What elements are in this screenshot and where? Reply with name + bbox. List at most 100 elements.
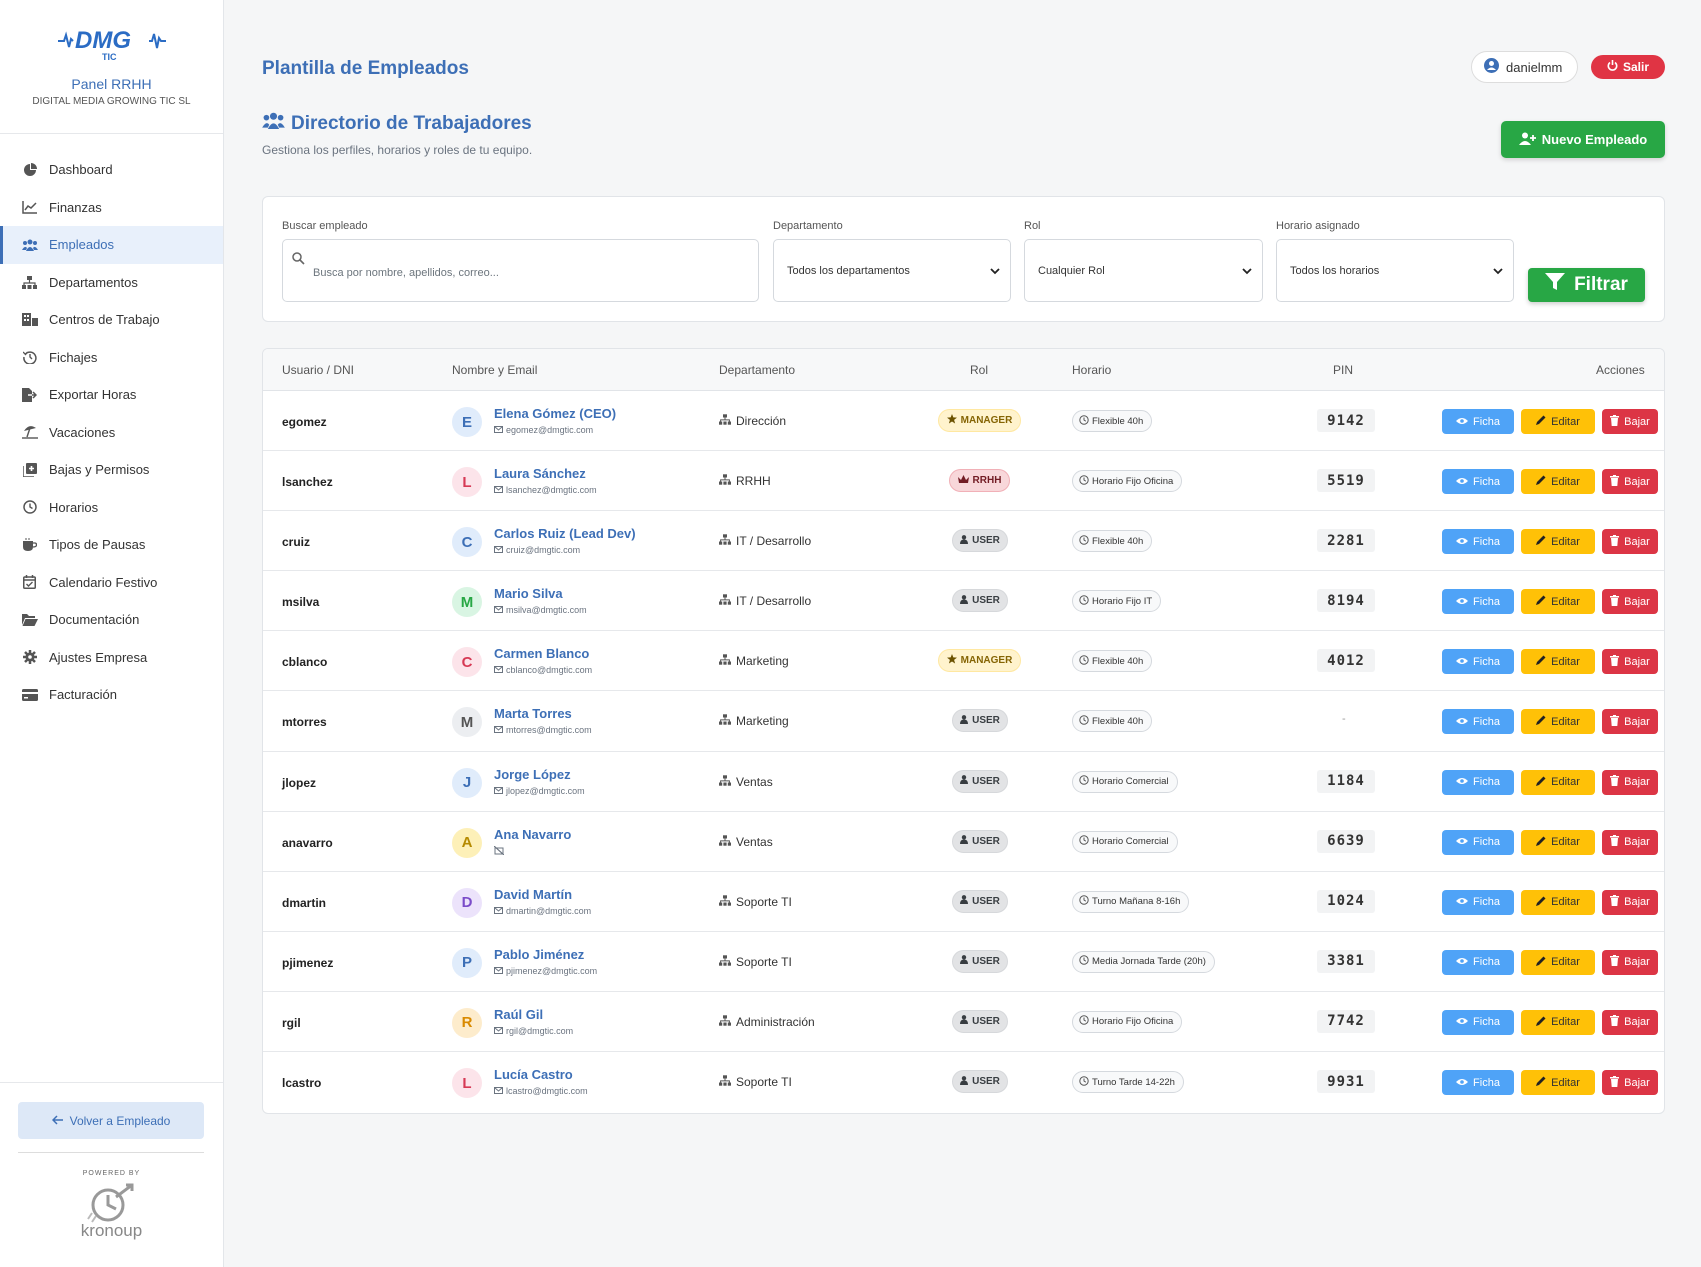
employee-name-link[interactable]: Jorge López <box>494 767 571 782</box>
edit-button[interactable]: Editar <box>1521 949 1595 975</box>
sidebar-item-bajas[interactable]: Bajas y Permisos <box>0 451 223 489</box>
remove-button[interactable]: Bajar <box>1602 949 1658 975</box>
trash-icon <box>1610 955 1620 969</box>
column-header: Horario <box>1072 363 1112 377</box>
edit-button[interactable]: Editar <box>1521 829 1595 855</box>
view-profile-button[interactable]: Ficha <box>1442 1070 1514 1096</box>
view-profile-button[interactable]: Ficha <box>1442 589 1514 615</box>
envelope-icon <box>494 605 503 615</box>
clock-icon <box>1079 715 1089 728</box>
remove-button[interactable]: Bajar <box>1602 649 1658 675</box>
role-select[interactable]: Cualquier Rol <box>1024 239 1263 302</box>
sidebar-item-calendario[interactable]: Calendario Festivo <box>0 564 223 602</box>
sidebar-item-exportar[interactable]: Exportar Horas <box>0 376 223 414</box>
eye-icon <box>1456 416 1469 428</box>
eye-icon <box>1456 716 1469 728</box>
sidebar-item-vacaciones[interactable]: Vacaciones <box>0 414 223 452</box>
logout-button[interactable]: Salir <box>1591 55 1665 79</box>
history-icon <box>21 350 38 365</box>
remove-button[interactable]: Bajar <box>1602 709 1658 735</box>
edit-button[interactable]: Editar <box>1521 649 1595 675</box>
sidebar-item-horarios[interactable]: Horarios <box>0 489 223 527</box>
schedule-badge: Media Jornada Tarde (20h) <box>1072 950 1215 973</box>
employee-name-link[interactable]: Laura Sánchez <box>494 466 586 481</box>
view-profile-button[interactable]: Ficha <box>1442 709 1514 735</box>
view-profile-button[interactable]: Ficha <box>1442 889 1514 915</box>
schedule-badge: Flexible 40h <box>1072 710 1153 733</box>
sidebar-item-ajustes[interactable]: Ajustes Empresa <box>0 639 223 677</box>
kronoup-logo: kronoup <box>0 1183 223 1241</box>
table-row: dmartin D David Martín dmartin@dmgtic.co… <box>263 872 1664 932</box>
edit-button[interactable]: Editar <box>1521 769 1595 795</box>
schedule-select[interactable]: Todos los horarios <box>1276 239 1514 302</box>
edit-button[interactable]: Editar <box>1521 1009 1595 1035</box>
edit-button[interactable]: Editar <box>1521 1070 1595 1096</box>
table-row: cruiz C Carlos Ruiz (Lead Dev) cruiz@dmg… <box>263 511 1664 572</box>
username: danielmm <box>1506 59 1563 75</box>
edit-button[interactable]: Editar <box>1521 889 1595 915</box>
remove-button[interactable]: Bajar <box>1602 829 1658 855</box>
edit-button[interactable]: Editar <box>1521 709 1595 735</box>
view-profile-button[interactable]: Ficha <box>1442 769 1514 795</box>
edit-button[interactable]: Editar <box>1521 529 1595 555</box>
department-cell: IT / Desarrollo <box>719 534 811 548</box>
back-to-employee-button[interactable]: Volver a Empleado <box>18 1102 204 1139</box>
user-icon <box>960 775 969 787</box>
view-profile-button[interactable]: Ficha <box>1442 529 1514 555</box>
employee-name-link[interactable]: Carlos Ruiz (Lead Dev) <box>494 526 636 541</box>
remove-button[interactable]: Bajar <box>1602 589 1658 615</box>
sidebar-item-fichajes[interactable]: Fichajes <box>0 339 223 377</box>
view-profile-button[interactable]: Ficha <box>1442 469 1514 495</box>
sidebar-item-departamentos[interactable]: Departamentos <box>0 264 223 302</box>
view-profile-button[interactable]: Ficha <box>1442 1009 1514 1035</box>
remove-button[interactable]: Bajar <box>1602 529 1658 555</box>
remove-button[interactable]: Bajar <box>1602 469 1658 495</box>
employee-name-link[interactable]: Mario Silva <box>494 586 563 601</box>
sidebar-item-empleados[interactable]: Empleados <box>0 226 223 264</box>
remove-button[interactable]: Bajar <box>1602 1070 1658 1096</box>
sidebar-item-facturacion[interactable]: Facturación <box>0 676 223 714</box>
view-profile-button[interactable]: Ficha <box>1442 949 1514 975</box>
schedule-badge: Horario Comercial <box>1072 770 1178 793</box>
sidebar-item-pausas[interactable]: Tipos de Pausas <box>0 526 223 564</box>
username-cell: dmartin <box>282 895 327 910</box>
sidebar-item-documentacion[interactable]: Documentación <box>0 601 223 639</box>
view-profile-button[interactable]: Ficha <box>1442 649 1514 675</box>
edit-button[interactable]: Editar <box>1521 589 1595 615</box>
sitemap-icon <box>719 895 731 909</box>
employee-name-link[interactable]: Marta Torres <box>494 706 572 721</box>
edit-button[interactable]: Editar <box>1521 469 1595 495</box>
view-profile-button[interactable]: Ficha <box>1442 409 1514 434</box>
department-cell: Marketing <box>719 654 789 668</box>
employee-name-link[interactable]: Ana Navarro <box>494 827 571 842</box>
filter-icon <box>1545 273 1566 297</box>
view-profile-button[interactable]: Ficha <box>1442 829 1514 855</box>
filter-button[interactable]: Filtrar <box>1528 268 1645 302</box>
remove-button[interactable]: Bajar <box>1602 769 1658 795</box>
employee-name-link[interactable]: David Martín <box>494 887 572 902</box>
remove-button[interactable]: Bajar <box>1602 409 1658 434</box>
remove-button[interactable]: Bajar <box>1602 1009 1658 1035</box>
clock-icon <box>1079 775 1089 788</box>
role-label: Rol <box>1024 220 1041 232</box>
employee-name-link[interactable]: Pablo Jiménez <box>494 947 584 962</box>
table-row: msilva M Mario Silva msilva@dmgtic.com I… <box>263 571 1664 632</box>
new-employee-button[interactable]: Nuevo Empleado <box>1501 121 1665 158</box>
sidebar-item-centros[interactable]: Centros de Trabajo <box>0 301 223 339</box>
employee-name-link[interactable]: Raúl Gil <box>494 1007 543 1022</box>
sidebar-item-dashboard[interactable]: Dashboard <box>0 151 223 189</box>
role-badge: USER <box>952 949 1008 973</box>
employee-name-link[interactable]: Lucía Castro <box>494 1067 573 1082</box>
schedule-badge: Horario Fijo Oficina <box>1072 470 1183 493</box>
employee-name-link[interactable]: Carmen Blanco <box>494 646 589 661</box>
user-menu[interactable]: danielmm <box>1471 51 1578 83</box>
employee-name-link[interactable]: Elena Gómez (CEO) <box>494 406 616 421</box>
edit-button[interactable]: Editar <box>1521 409 1595 434</box>
sidebar-item-finanzas[interactable]: Finanzas <box>0 189 223 227</box>
department-select[interactable]: Todos los departamentos <box>773 239 1011 302</box>
department-cell: Soporte TI <box>719 895 792 909</box>
trash-icon <box>1610 714 1620 729</box>
search-input[interactable]: Busca por nombre, apellidos, correo... <box>282 239 759 302</box>
remove-button[interactable]: Bajar <box>1602 889 1658 915</box>
role-badge: MANAGER <box>938 409 1021 432</box>
